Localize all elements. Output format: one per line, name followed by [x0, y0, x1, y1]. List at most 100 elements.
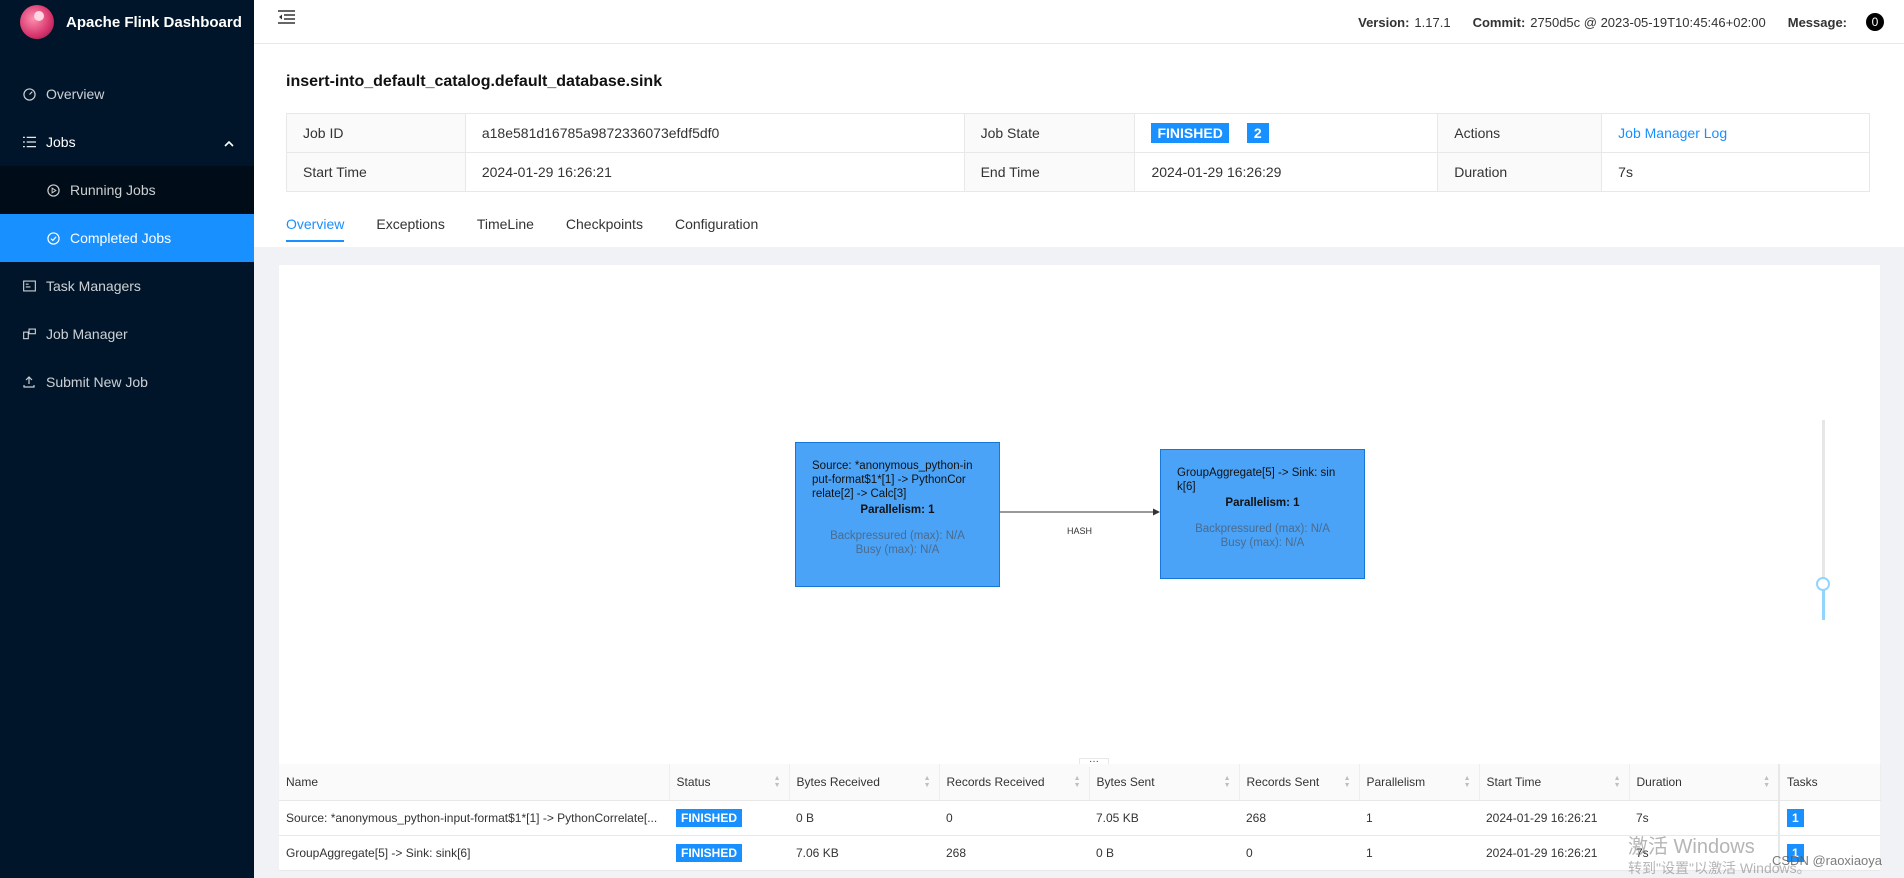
col-header-label: Duration	[1636, 774, 1682, 789]
windows-activation-watermark: 激活 Windows	[1628, 836, 1755, 858]
tab-timeline[interactable]: TimeLine	[477, 216, 534, 242]
bytes-received-cell: 7.06 KB	[789, 835, 939, 871]
sidebar-item-label: Overview	[46, 86, 105, 102]
col-header-label: Status	[676, 774, 711, 789]
node-name-line: GroupAggregate[5] -> Sink: sin	[1177, 467, 1336, 479]
job-id-value: a18e581d16785a9872336073efdf5df0	[464, 113, 965, 153]
status-cell: FINISHED	[669, 835, 789, 871]
col-header-label: Start Time	[1486, 774, 1542, 789]
col-header-start-time[interactable]: Start Time ▲ ▼	[1479, 764, 1630, 801]
col-header-label: Records Received	[946, 774, 1045, 789]
start-time-cell: 2024-01-29 16:26:21	[1479, 800, 1629, 836]
sort-icon[interactable]: ▲ ▼	[1224, 775, 1231, 789]
message-label: Message:	[1787, 14, 1847, 30]
csdn-watermark: CSDN @raoxiaoya	[1772, 853, 1883, 868]
start-time-cell: 2024-01-29 16:26:21	[1479, 835, 1629, 871]
vertex-name-link[interactable]: Source: *anonymous_python-input-format$1…	[279, 800, 669, 836]
tab-configuration[interactable]: Configuration	[675, 216, 758, 242]
sidebar-item-label: Job Manager	[46, 326, 128, 342]
actions-label: Actions	[1437, 113, 1603, 153]
job-state-label: Job State	[963, 113, 1136, 153]
sidebar-item-label: Running Jobs	[70, 182, 156, 198]
task-count-badge[interactable]: 1	[1787, 808, 1804, 827]
node-parallelism: Parallelism: 1	[860, 504, 935, 516]
job-manager-log-link[interactable]: Job Manager Log	[1618, 125, 1727, 141]
message-info[interactable]: Message: 0	[1788, 13, 1884, 31]
col-header-records-sent[interactable]: Records Sent ▲ ▼	[1239, 764, 1360, 801]
flink-logo	[20, 5, 54, 39]
upload-icon	[22, 375, 36, 389]
tab-exceptions[interactable]: Exceptions	[376, 216, 444, 242]
col-header-status[interactable]: Status ▲ ▼	[669, 764, 790, 801]
top-header: Version: 1.17.1 Commit: 2750d5c @ 2023-0…	[254, 0, 1904, 44]
schedule-icon	[22, 279, 36, 293]
col-header-parallelism[interactable]: Parallelism ▲ ▼	[1359, 764, 1480, 801]
sort-icon[interactable]: ▲ ▼	[1464, 775, 1471, 789]
job-summary: insert-into_default_catalog.default_data…	[254, 44, 1904, 247]
job-title: insert-into_default_catalog.default_data…	[286, 73, 663, 90]
sort-icon[interactable]: ▲ ▼	[924, 775, 931, 789]
sort-icon[interactable]: ▲ ▼	[1763, 775, 1770, 789]
graph-node-sink[interactable]: GroupAggregate[5] -> Sink: sin k[6] Para…	[1160, 449, 1365, 579]
job-state-tag: FINISHED	[1151, 123, 1229, 143]
sidebar-item-submit-new-job[interactable]: Submit New Job	[0, 358, 254, 406]
node-name-line: put-format$1*[1] -> PythonCor	[812, 474, 966, 486]
graph-node-source[interactable]: Source: *anonymous_python-in put-format$…	[795, 442, 1000, 587]
version-label: Version:	[1358, 14, 1410, 30]
list-icon	[22, 135, 36, 149]
zoom-slider-handle[interactable]	[1816, 577, 1830, 591]
sidebar: Apache Flink Dashboard Overview Jobs Run…	[0, 0, 254, 878]
sidebar-item-label: Submit New Job	[46, 374, 148, 390]
menu-fold-icon[interactable]	[278, 10, 295, 27]
duration-value: 7s	[1601, 152, 1870, 192]
col-header-records-received[interactable]: Records Received ▲ ▼	[939, 764, 1090, 801]
job-graph[interactable]: Source: *anonymous_python-in put-format$…	[279, 265, 1880, 765]
node-backpressured: Backpressured (max): N/A	[1195, 523, 1330, 535]
start-time-label: Start Time	[286, 152, 466, 192]
build-icon	[22, 327, 36, 341]
records-received-cell: 0	[939, 800, 1089, 836]
node-backpressured: Backpressured (max): N/A	[830, 530, 965, 542]
jobs-submenu: Running Jobs Completed Jobs	[0, 166, 254, 262]
graph-edge	[1000, 508, 1160, 516]
job-description-table: Job ID a18e581d16785a9872336073efdf5df0 …	[286, 113, 1870, 192]
node-name-line: Source: *anonymous_python-in	[812, 460, 973, 472]
sidebar-item-overview[interactable]: Overview	[0, 70, 254, 118]
col-header-name[interactable]: Name	[279, 764, 670, 801]
col-header-duration[interactable]: Duration ▲ ▼	[1629, 764, 1780, 801]
table-header-row: Name Status ▲ ▼ Bytes Received ▲ ▼ Records R…	[279, 764, 1881, 801]
tab-checkpoints[interactable]: Checkpoints	[566, 216, 643, 242]
sort-icon[interactable]: ▲ ▼	[1344, 775, 1351, 789]
col-header-bytes-sent[interactable]: Bytes Sent ▲ ▼	[1089, 764, 1240, 801]
job-state-count: 2	[1246, 123, 1269, 143]
sort-icon[interactable]: ▲ ▼	[774, 775, 781, 789]
status-badge: FINISHED	[676, 843, 743, 862]
sidebar-item-job-manager[interactable]: Job Manager	[0, 310, 254, 358]
col-header-tasks[interactable]: Tasks	[1778, 764, 1881, 801]
app-title: Apache Flink Dashboard	[66, 13, 242, 31]
end-time-label: End Time	[963, 152, 1136, 192]
job-tabs: Overview Exceptions TimeLine Checkpoints…	[286, 216, 790, 242]
col-header-label: Records Sent	[1246, 774, 1320, 789]
sidebar-menu: Overview Jobs Running Jobs Completed Job…	[0, 70, 254, 406]
node-busy: Busy (max): N/A	[855, 544, 940, 556]
col-header-label: Bytes Received	[796, 774, 880, 789]
col-header-bytes-received[interactable]: Bytes Received ▲ ▼	[789, 764, 940, 801]
dashboard-icon	[22, 87, 36, 101]
job-id-label: Job ID	[286, 113, 466, 153]
col-header-label: Parallelism	[1366, 774, 1426, 789]
sidebar-item-label: Task Managers	[46, 278, 141, 294]
vertex-name-link[interactable]: GroupAggregate[5] -> Sink: sink[6]	[279, 835, 669, 871]
sidebar-item-running-jobs[interactable]: Running Jobs	[0, 166, 254, 214]
version-value: 1.17.1	[1414, 14, 1451, 30]
sidebar-item-jobs[interactable]: Jobs	[0, 118, 254, 166]
sidebar-item-task-managers[interactable]: Task Managers	[0, 262, 254, 310]
commit-value: 2750d5c @ 2023-05-19T10:45:46+02:00	[1530, 14, 1766, 30]
duration-label: Duration	[1437, 152, 1603, 192]
tab-overview[interactable]: Overview	[286, 216, 345, 242]
brand[interactable]: Apache Flink Dashboard	[0, 0, 254, 44]
sidebar-item-completed-jobs[interactable]: Completed Jobs	[0, 214, 254, 262]
sort-icon[interactable]: ▲ ▼	[1074, 775, 1081, 789]
message-count-badge[interactable]: 0	[1866, 13, 1884, 31]
sort-icon[interactable]: ▲ ▼	[1614, 775, 1621, 789]
